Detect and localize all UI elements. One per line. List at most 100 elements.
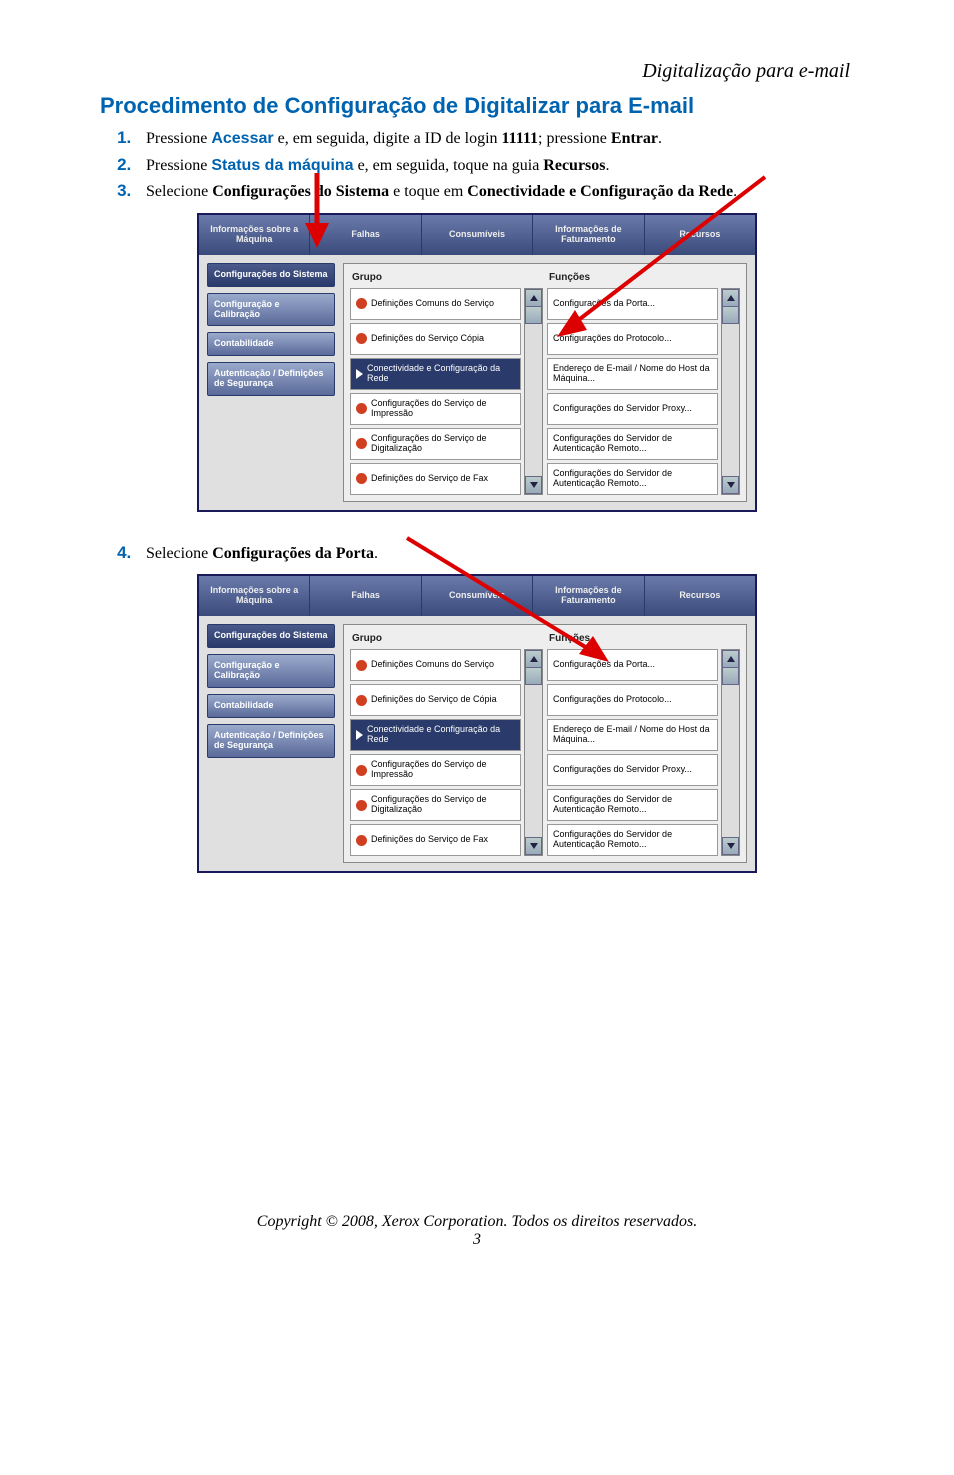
- arrow-icon: [356, 730, 363, 740]
- sidebar-config-sistema[interactable]: Configurações do Sistema: [207, 263, 335, 287]
- tab-info-maquina[interactable]: Informações sobre a Máquina: [199, 576, 310, 616]
- sidebar-contabilidade[interactable]: Contabilidade: [207, 694, 335, 718]
- tab-recursos[interactable]: Recursos: [645, 576, 755, 616]
- grupo-item-conectividade[interactable]: Conectividade e Configuração da Rede: [350, 719, 521, 751]
- scroll-down-button[interactable]: [722, 837, 739, 855]
- arrow-icon: [356, 369, 363, 379]
- label: Configurações do Servidor de Autenticaçã…: [553, 434, 712, 454]
- grupo-item[interactable]: Configurações do Serviço de Digitalizaçã…: [350, 428, 521, 460]
- text: Pressione: [146, 130, 211, 147]
- sidebar-contabilidade[interactable]: Contabilidade: [207, 332, 335, 356]
- text: e toque em: [389, 183, 467, 200]
- step-1: Pressione Acessar e, em seguida, digite …: [136, 127, 854, 150]
- label: Configurações do Protocolo...: [553, 695, 672, 705]
- grupo-item[interactable]: Definições do Serviço de Fax: [350, 463, 521, 495]
- tab-consumiveis[interactable]: Consumíveis: [422, 215, 533, 255]
- bullet-icon: [356, 835, 367, 846]
- sidebar-autenticacao[interactable]: Autenticação / Definições de Segurança: [207, 362, 335, 396]
- funcao-item[interactable]: Configurações do Servidor Proxy...: [547, 393, 718, 425]
- label: Configurações do Serviço de Impressão: [371, 760, 515, 780]
- scrollbar[interactable]: [721, 649, 740, 856]
- login-id: 11111: [502, 130, 538, 147]
- text: Selecione: [146, 545, 212, 562]
- section-header: Digitalização para e-mail: [100, 60, 854, 83]
- grupo-item[interactable]: Definições do Serviço de Fax: [350, 824, 521, 856]
- chevron-up-icon: [530, 295, 538, 301]
- label: Conectividade e Configuração da Rede: [367, 364, 515, 384]
- scroll-down-button[interactable]: [525, 476, 542, 494]
- col-header-grupo: Grupo: [350, 270, 543, 288]
- sidebar-autenticacao[interactable]: Autenticação / Definições de Segurança: [207, 724, 335, 758]
- bullet-icon: [356, 438, 367, 449]
- label: Configurações do Servidor de Autenticaçã…: [553, 469, 712, 489]
- funcao-item[interactable]: Endereço de E-mail / Nome do Host da Máq…: [547, 358, 718, 390]
- page-title: Procedimento de Configuração de Digitali…: [100, 93, 854, 119]
- text: e, em seguida, digite a ID de login: [274, 130, 502, 147]
- bullet-icon: [356, 298, 367, 309]
- bullet-icon: [356, 333, 367, 344]
- label: Conectividade e Configuração da Rede: [367, 725, 515, 745]
- chevron-up-icon: [727, 656, 735, 662]
- grupo-item[interactable]: Configurações do Serviço de Digitalizaçã…: [350, 789, 521, 821]
- funcao-item[interactable]: Endereço de E-mail / Nome do Host da Máq…: [547, 719, 718, 751]
- grupo-item[interactable]: Definições do Serviço de Cópia: [350, 684, 521, 716]
- text: .: [606, 157, 610, 174]
- chevron-down-icon: [530, 843, 538, 849]
- scrollbar[interactable]: [524, 288, 543, 495]
- step-2: Pressione Status da máquina e, em seguid…: [136, 154, 854, 177]
- label: Definições do Serviço de Cópia: [371, 695, 497, 705]
- label: Configurações do Servidor Proxy...: [553, 404, 692, 414]
- label: Definições do Serviço de Fax: [371, 474, 488, 484]
- screenshot-2: Informações sobre a Máquina Falhas Consu…: [197, 574, 757, 873]
- funcao-item[interactable]: Configurações do Servidor de Autenticaçã…: [547, 428, 718, 460]
- label: Configurações do Serviço de Impressão: [371, 399, 515, 419]
- label: Configurações do Serviço de Digitalizaçã…: [371, 795, 515, 815]
- text: .: [374, 545, 378, 562]
- label: Definições do Serviço Cópia: [371, 334, 484, 344]
- sidebar-calibracao[interactable]: Configuração e Calibração: [207, 293, 335, 327]
- label: Definições do Serviço de Fax: [371, 835, 488, 845]
- keyword-config-porta: Configurações da Porta: [212, 545, 374, 562]
- chevron-down-icon: [530, 482, 538, 488]
- scroll-down-button[interactable]: [722, 476, 739, 494]
- bullet-icon: [356, 695, 367, 706]
- bullet-icon: [356, 660, 367, 671]
- grupo-item[interactable]: Definições Comuns do Serviço: [350, 288, 521, 320]
- bullet-icon: [356, 403, 367, 414]
- keyword-status: Status da máquina: [211, 157, 353, 174]
- grupo-item[interactable]: Configurações do Serviço de Impressão: [350, 754, 521, 786]
- sidebar: Configurações do Sistema Configuração e …: [207, 263, 335, 502]
- label: Endereço de E-mail / Nome do Host da Máq…: [553, 725, 712, 745]
- funcao-item[interactable]: Configurações do Servidor de Autenticaçã…: [547, 789, 718, 821]
- bullet-icon: [356, 473, 367, 484]
- text: e, em seguida, toque na guia: [354, 157, 544, 174]
- screenshot-1: Informações sobre a Máquina Falhas Consu…: [197, 213, 757, 512]
- label: Configurações do Servidor de Autenticaçã…: [553, 795, 712, 815]
- scroll-down-button[interactable]: [525, 837, 542, 855]
- scroll-up-button[interactable]: [722, 650, 739, 668]
- funcao-item[interactable]: Configurações do Servidor Proxy...: [547, 754, 718, 786]
- grupo-item[interactable]: Configurações do Serviço de Impressão: [350, 393, 521, 425]
- scroll-up-button[interactable]: [525, 289, 542, 307]
- sidebar-config-sistema[interactable]: Configurações do Sistema: [207, 624, 335, 648]
- scroll-thumb[interactable]: [722, 667, 739, 685]
- bullet-icon: [356, 765, 367, 776]
- sidebar: Configurações do Sistema Configuração e …: [207, 624, 335, 863]
- text: Selecione: [146, 183, 212, 200]
- scrollbar[interactable]: [524, 649, 543, 856]
- scroll-thumb[interactable]: [525, 306, 542, 324]
- label: Configurações do Serviço de Digitalizaçã…: [371, 434, 515, 454]
- funcao-item[interactable]: Configurações do Protocolo...: [547, 684, 718, 716]
- arrow-indicator-1b: [547, 175, 767, 350]
- grupo-item-conectividade[interactable]: Conectividade e Configuração da Rede: [350, 358, 521, 390]
- grupo-item[interactable]: Definições do Serviço Cópia: [350, 323, 521, 355]
- funcao-item[interactable]: Configurações do Servidor de Autenticaçã…: [547, 463, 718, 495]
- keyword-acessar: Acessar: [211, 130, 273, 147]
- bullet-icon: [356, 800, 367, 811]
- funcao-item[interactable]: Configurações do Servidor de Autenticaçã…: [547, 824, 718, 856]
- copyright-footer: Copyright © 2008, Xerox Corporation. Tod…: [100, 1213, 854, 1231]
- arrow-indicator-1a: [297, 173, 337, 253]
- label: Configurações do Servidor de Autenticaçã…: [553, 830, 712, 850]
- sidebar-calibracao[interactable]: Configuração e Calibração: [207, 654, 335, 688]
- tab-info-maquina[interactable]: Informações sobre a Máquina: [199, 215, 310, 255]
